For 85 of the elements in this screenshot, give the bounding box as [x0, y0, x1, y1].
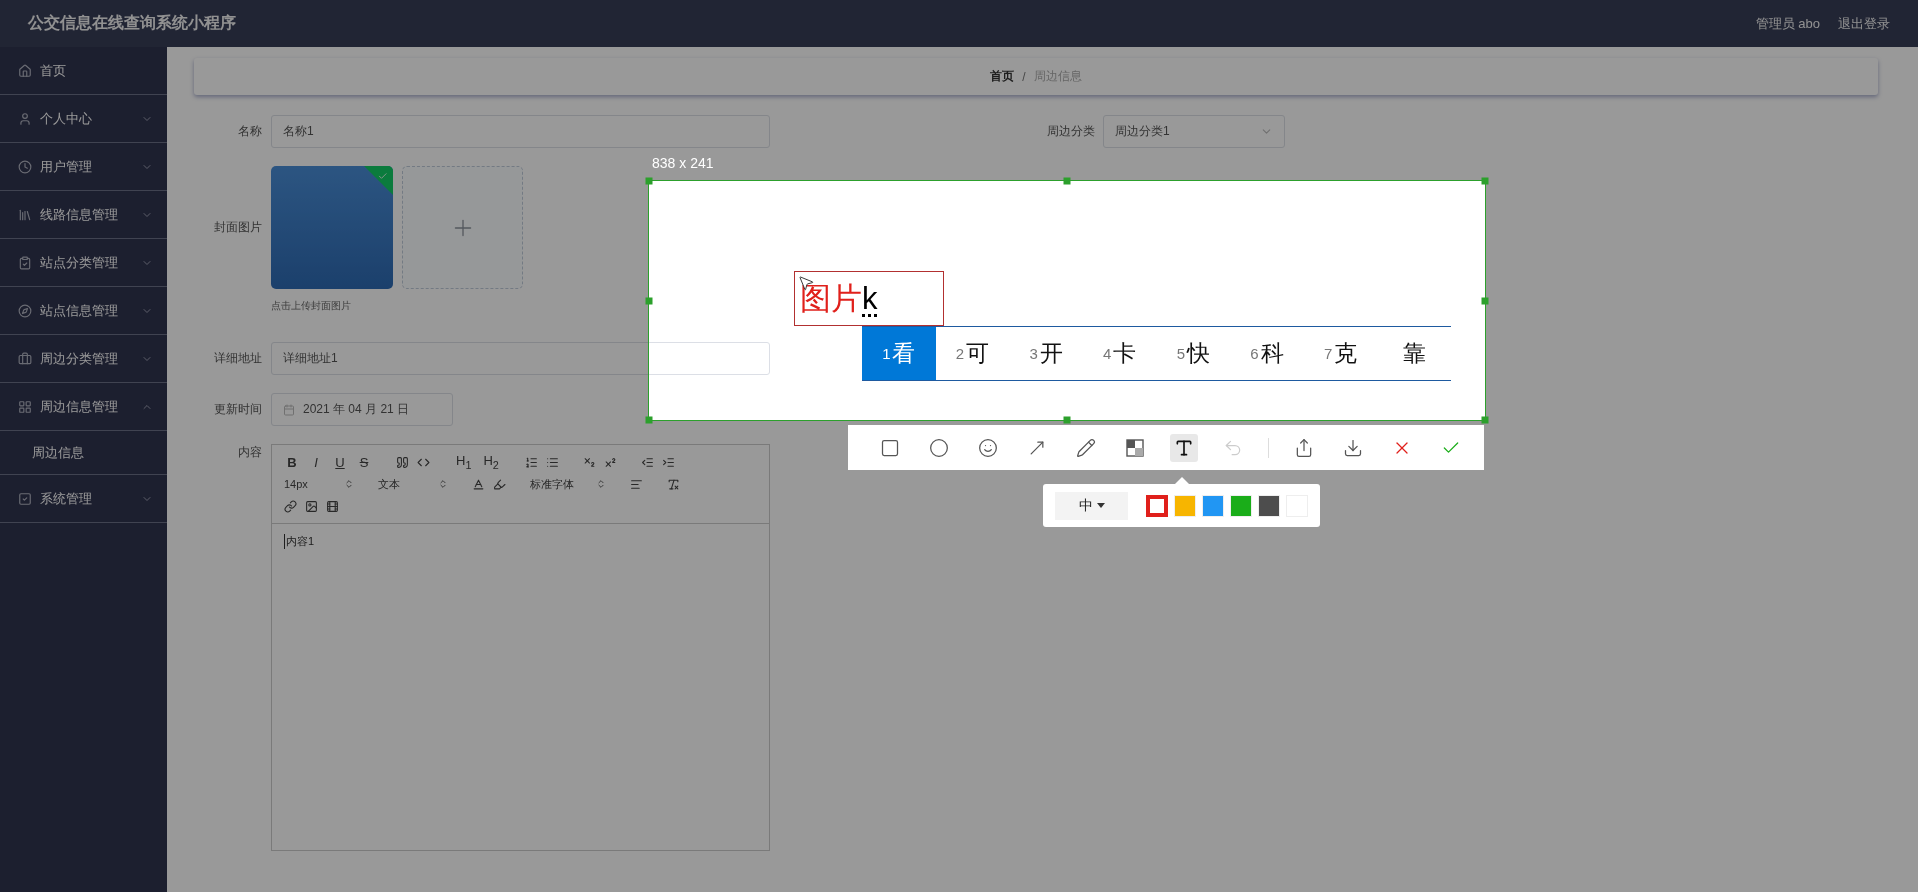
menu-item[interactable]: 首页 — [0, 47, 167, 95]
user-icon — [18, 111, 32, 126]
up-down-icon — [344, 479, 354, 489]
grid-icon — [18, 399, 32, 414]
submenu-item[interactable]: 周边信息 — [0, 431, 167, 475]
resize-handle[interactable] — [1063, 416, 1071, 424]
compass-icon — [18, 303, 32, 318]
resize-handle[interactable] — [1481, 177, 1489, 185]
format-button[interactable]: B — [284, 454, 300, 470]
font-size-select[interactable]: 14px — [284, 478, 354, 490]
books-icon — [18, 207, 32, 222]
quote-icon[interactable] — [396, 455, 409, 469]
heading-button[interactable]: H$_{1}$ — [454, 453, 474, 471]
menu-item[interactable]: 周边分类管理 — [0, 335, 167, 383]
color-swatch[interactable] — [1146, 494, 1168, 517]
logout-link[interactable]: 退出登录 — [1838, 14, 1890, 33]
field-label: 详细地址 — [213, 350, 262, 367]
smiley-icon — [978, 437, 998, 458]
field-label: 封面图片 — [213, 219, 262, 236]
align-icon[interactable] — [630, 477, 643, 491]
share-icon — [1294, 437, 1314, 458]
breadcrumb-link[interactable]: 首页 — [990, 68, 1015, 85]
pencil-icon — [1076, 437, 1096, 458]
up-down-icon — [596, 479, 606, 489]
checkbox-icon — [18, 491, 32, 506]
text-annotation[interactable]: 图片k — [794, 271, 944, 326]
format-button[interactable]: S — [356, 454, 372, 470]
name-input[interactable]: 名称1 — [271, 115, 770, 148]
circle-icon — [929, 437, 949, 458]
size-dropdown[interactable]: 中 — [1055, 491, 1128, 520]
header-select[interactable]: 文本 — [378, 476, 448, 492]
menu-item[interactable]: 个人中心 — [0, 95, 167, 143]
download-icon — [1343, 437, 1363, 458]
resize-handle[interactable] — [645, 297, 653, 304]
indent-icon[interactable] — [661, 455, 675, 469]
up-down-icon — [438, 479, 448, 489]
text-color-icon[interactable] — [472, 477, 485, 491]
app-title: 公交信息在线查询系统小程序 — [28, 13, 236, 33]
clock-icon — [18, 159, 32, 174]
caret-icon — [1096, 503, 1105, 508]
clear-format-icon[interactable] — [667, 477, 680, 491]
breadcrumb-separator: / — [1022, 69, 1026, 84]
user-name: 管理员 abo — [1755, 14, 1820, 33]
resize-handle[interactable] — [1481, 416, 1489, 424]
selection-size: 838 x 241 — [652, 155, 714, 171]
upload-hint: 点击上传封面图片 — [271, 299, 351, 313]
superscript-icon[interactable] — [603, 455, 617, 469]
numbered-list-icon[interactable] — [524, 455, 538, 469]
briefcase-icon — [18, 351, 32, 366]
menu-item[interactable]: 用户管理 — [0, 143, 167, 191]
mosaic-icon — [1126, 438, 1144, 457]
menu-item[interactable]: 线路信息管理 — [0, 191, 167, 239]
resize-handle[interactable] — [1481, 297, 1489, 304]
format-button[interactable]: I — [308, 454, 324, 470]
resize-handle[interactable] — [1063, 177, 1071, 185]
category-select[interactable]: 周边分类1 — [1103, 115, 1285, 148]
address-input[interactable]: 详细地址1 — [271, 342, 770, 375]
field-label: 周边分类 — [1046, 123, 1095, 140]
field-label: 更新时间 — [213, 401, 262, 418]
home-icon — [18, 63, 32, 78]
link-icon[interactable] — [284, 499, 297, 513]
menu-item[interactable]: 站点信息管理 — [0, 287, 167, 335]
field-label: 内容 — [237, 444, 262, 461]
resize-handle[interactable] — [645, 416, 653, 424]
highlight-icon[interactable] — [493, 477, 506, 491]
menu-item[interactable]: 周边信息管理 — [0, 383, 167, 431]
calendar-icon — [283, 403, 295, 416]
menu-item[interactable]: 站点分类管理 — [0, 239, 167, 287]
clipboard-icon — [18, 255, 32, 270]
candidate-item[interactable]: 1看 — [862, 327, 936, 380]
subscript-icon[interactable] — [582, 455, 596, 469]
field-label: 名称 — [237, 123, 262, 140]
outdent-icon[interactable] — [640, 455, 654, 469]
text-tool-button[interactable] — [1170, 433, 1198, 462]
date-input[interactable]: 2021 年 04 月 21 日 — [271, 393, 453, 426]
heading-button[interactable]: H$_{2}$ — [481, 453, 501, 471]
format-button[interactable]: U — [332, 454, 348, 470]
resize-handle[interactable] — [645, 177, 653, 185]
rectangle-icon — [880, 437, 900, 458]
image-icon[interactable] — [305, 499, 318, 513]
editor-text[interactable]: 内容1 — [284, 534, 315, 549]
font-select[interactable]: 标准字体 — [530, 476, 606, 492]
film-icon[interactable] — [326, 499, 339, 513]
bullet-list-icon[interactable] — [545, 455, 559, 469]
menu-item[interactable]: 系统管理 — [0, 475, 167, 523]
